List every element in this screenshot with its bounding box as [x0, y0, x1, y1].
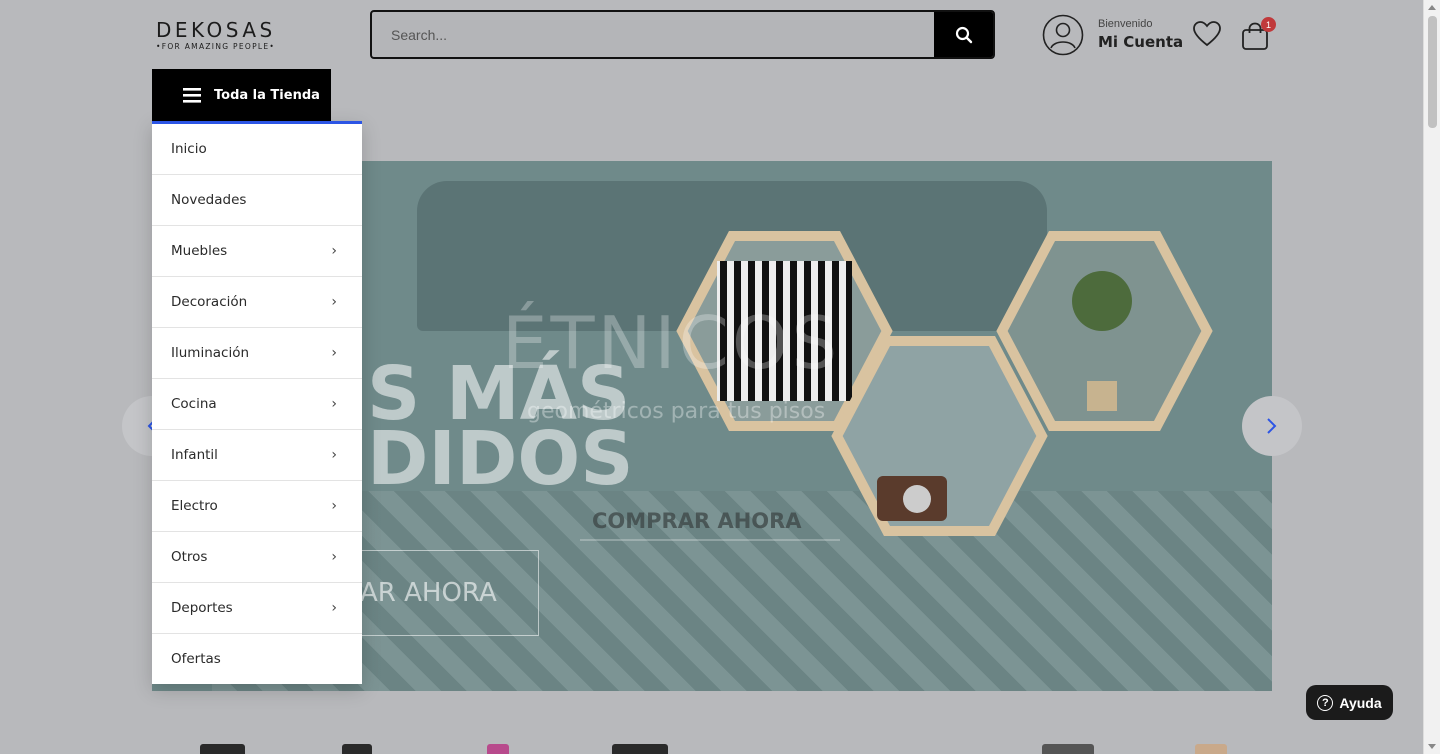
site-logo[interactable]: DEKOSAS •FOR AMAZING PEOPLE• — [156, 18, 276, 51]
chevron-right-icon: › — [331, 396, 337, 412]
page-scrollbar[interactable] — [1423, 0, 1440, 754]
product-thumbnail[interactable] — [1042, 744, 1094, 754]
chevron-right-icon: › — [331, 243, 337, 259]
chevron-right-icon: › — [331, 549, 337, 565]
logo-name: DEKOSAS — [156, 18, 276, 42]
category-dropdown-menu: Inicio Novedades Muebles › Decoración › Ilumin… — [152, 121, 362, 684]
product-thumbnails-row — [0, 740, 1420, 754]
chevron-right-icon — [1267, 418, 1277, 434]
menu-item-otros[interactable]: Otros › — [152, 532, 362, 583]
menu-item-infantil[interactable]: Infantil › — [152, 430, 362, 481]
menu-item-label: Inicio — [171, 141, 207, 157]
banner-slide-a-cta-label: RAR AHORA — [343, 578, 497, 608]
account-greeting: Bienvenido — [1098, 18, 1153, 30]
menu-item-label: Novedades — [171, 192, 247, 208]
banner-slide-a-line2: DIDOS — [367, 416, 634, 502]
menu-item-cocina[interactable]: Cocina › — [152, 379, 362, 430]
menu-item-iluminacion[interactable]: Iluminación › — [152, 328, 362, 379]
account-link[interactable]: Bienvenido Mi Cuenta — [1042, 14, 1184, 56]
menu-item-deportes[interactable]: Deportes › — [152, 583, 362, 634]
search-button[interactable] — [934, 12, 993, 57]
logo-tagline: •FOR AMAZING PEOPLE• — [156, 42, 276, 51]
chevron-right-icon: › — [331, 294, 337, 310]
help-label: Ayuda — [1339, 694, 1382, 711]
menu-item-label: Deportes — [171, 600, 233, 616]
chevron-right-icon: › — [331, 447, 337, 463]
menu-item-label: Infantil — [171, 447, 218, 463]
menu-item-electro[interactable]: Electro › — [152, 481, 362, 532]
product-thumbnail[interactable] — [342, 744, 372, 754]
banner-slide-b-cta[interactable]: COMPRAR AHORA — [592, 509, 802, 533]
user-icon — [1042, 14, 1084, 56]
menu-item-label: Otros — [171, 549, 208, 565]
hamburger-menu-icon — [183, 88, 201, 103]
menu-item-ofertas[interactable]: Ofertas — [152, 634, 362, 684]
menu-item-novedades[interactable]: Novedades — [152, 175, 362, 226]
all-store-menu-label: Toda la Tienda — [214, 88, 320, 103]
menu-item-label: Muebles — [171, 243, 228, 259]
scroll-up-arrow-icon[interactable] — [1428, 5, 1436, 10]
carousel-next-button[interactable] — [1242, 396, 1302, 456]
search-input[interactable] — [372, 12, 935, 57]
chevron-right-icon: › — [331, 498, 337, 514]
product-thumbnail[interactable] — [200, 744, 245, 754]
menu-item-label: Iluminación — [171, 345, 250, 361]
search-bar — [370, 10, 995, 59]
menu-item-inicio[interactable]: Inicio — [152, 124, 362, 175]
account-label: Mi Cuenta — [1098, 33, 1184, 51]
product-thumbnail[interactable] — [612, 744, 668, 754]
help-button[interactable]: ? Ayuda — [1306, 685, 1393, 720]
menu-item-label: Ofertas — [171, 651, 221, 667]
menu-item-label: Electro — [171, 498, 218, 514]
scrollbar-thumb[interactable] — [1428, 16, 1437, 128]
menu-item-muebles[interactable]: Muebles › — [152, 226, 362, 277]
banner-cta-underline — [580, 539, 840, 541]
menu-item-label: Cocina — [171, 396, 217, 412]
wishlist-heart-icon[interactable] — [1192, 19, 1222, 49]
cart-count-badge: 1 — [1261, 17, 1276, 32]
chevron-right-icon: › — [331, 600, 337, 616]
menu-item-label: Decoración — [171, 294, 248, 310]
search-icon — [955, 26, 972, 43]
scroll-down-arrow-icon[interactable] — [1428, 744, 1436, 749]
product-thumbnail[interactable] — [1195, 744, 1227, 754]
all-store-menu-button[interactable]: Toda la Tienda — [152, 69, 331, 122]
product-thumbnail[interactable] — [487, 744, 509, 754]
question-icon: ? — [1317, 694, 1334, 711]
cart-button[interactable]: 1 — [1240, 17, 1276, 51]
chevron-right-icon: › — [331, 345, 337, 361]
menu-item-decoracion[interactable]: Decoración › — [152, 277, 362, 328]
